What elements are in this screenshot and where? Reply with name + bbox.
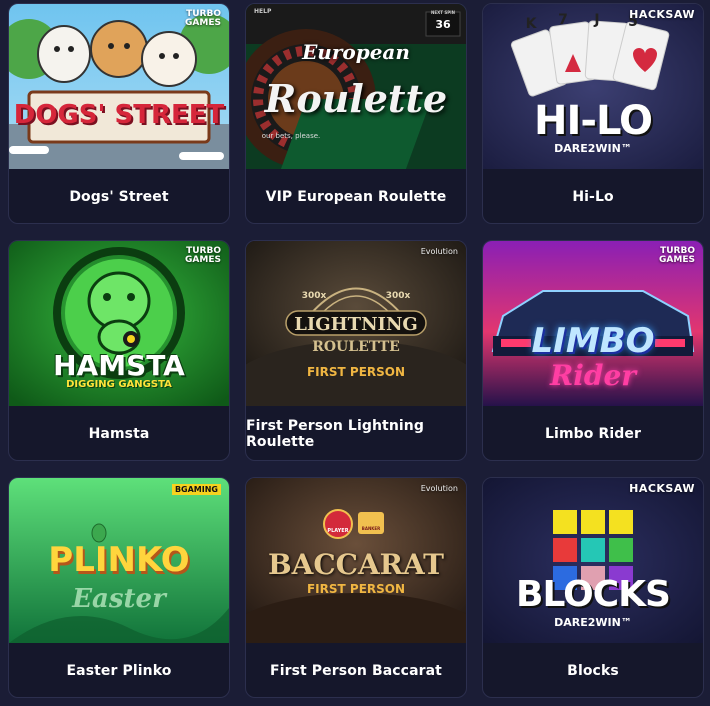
game-art-subtitle: FIRST PERSON — [306, 582, 406, 596]
card-k: K — [525, 16, 537, 32]
provider-logo: Evolution — [420, 484, 458, 493]
game-art-title: LIGHTNING — [294, 314, 418, 335]
provider-logo: HACKSAW — [629, 482, 695, 495]
card-j: J — [594, 12, 600, 28]
game-card-hi-lo[interactable]: K 7 J 5 HI-LO DARE2WIN™ HACKSAW Hi-Lo — [482, 3, 704, 224]
game-art-title: HI-LO — [533, 98, 653, 144]
game-card-blocks[interactable]: BLOCKS DARE2WIN™ HACKSAW Blocks — [482, 477, 704, 698]
game-title: Blocks — [567, 663, 619, 679]
provider-logo: TURBO GAMES — [659, 246, 695, 265]
game-title: First Person Baccarat — [270, 663, 442, 679]
card-7: 7 — [558, 12, 568, 28]
game-art-title: DOGS' STREET — [13, 100, 225, 130]
game-title: Easter Plinko — [66, 663, 172, 679]
game-card-easter-plinko[interactable]: PLINKO Easter BGAMING Easter Plinko — [8, 477, 230, 698]
game-card-first-person-lightning-roulette[interactable]: 300x 300x LIGHTNING ROULETTE FIRST PERSO… — [245, 240, 467, 461]
multiplier-right: 300x — [385, 291, 411, 301]
game-art-subtitle: DARE2WIN™ — [554, 142, 632, 155]
game-title: Hi-Lo — [572, 189, 614, 205]
game-thumbnail[interactable]: PLINKO Easter BGAMING — [9, 478, 229, 643]
game-art-subtitle: DARE2WIN™ — [554, 616, 632, 629]
provider-logo: TURBO GAMES — [185, 9, 221, 28]
game-art-title: BACCARAT — [268, 548, 444, 581]
bets-text: our bets, please. — [261, 132, 321, 140]
first-person-label: FIRST PERSON — [306, 365, 406, 379]
provider-logo: Evolution — [420, 247, 458, 256]
provider-logo: BGAMING — [171, 484, 221, 495]
game-title: Limbo Rider — [545, 426, 641, 442]
game-card-vip-european-roulette[interactable]: European Roulette HELP NEXT SPIN 36 our … — [245, 3, 467, 224]
provider-logo: TURBO GAMES — [185, 246, 221, 265]
game-art-subtitle: European — [302, 40, 410, 64]
game-art-subtitle: Rider — [549, 359, 637, 392]
game-thumbnail[interactable]: PLAYER BANKER BACCARAT FIRST PERSON Evol… — [246, 478, 466, 643]
game-card-dogs-street[interactable]: DOGS' STREET TURBO GAMES Dogs' Street — [8, 3, 230, 224]
game-art-title: LIMBO — [531, 321, 655, 361]
game-thumbnail[interactable]: European Roulette HELP NEXT SPIN 36 our … — [246, 4, 466, 169]
next-spin-label: NEXT SPIN — [431, 10, 455, 15]
game-thumbnail[interactable]: LIMBO Rider TURBO GAMES — [483, 241, 703, 406]
game-art-subtitle: ROULETTE — [312, 339, 400, 355]
game-thumbnail[interactable]: HAMSTA DIGGING GANGSTA TURBO GAMES — [9, 241, 229, 406]
game-thumbnail[interactable]: BLOCKS DARE2WIN™ HACKSAW — [483, 478, 703, 643]
next-spin-number: 36 — [435, 18, 451, 31]
game-thumbnail[interactable]: DOGS' STREET TURBO GAMES — [9, 4, 229, 169]
game-thumbnail[interactable]: 300x 300x LIGHTNING ROULETTE FIRST PERSO… — [246, 241, 466, 406]
provider-logo: HACKSAW — [629, 8, 695, 21]
game-art-subtitle: DIGGING GANGSTA — [66, 379, 172, 390]
player-chip: PLAYER — [327, 528, 349, 534]
game-card-hamsta[interactable]: HAMSTA DIGGING GANGSTA TURBO GAMES Hamst… — [8, 240, 230, 461]
game-art-title: HAMSTA — [53, 349, 185, 382]
help-label: HELP — [254, 8, 272, 15]
multiplier-left: 300x — [301, 291, 327, 301]
game-title: Hamsta — [88, 426, 150, 442]
game-title: First Person Lightning Roulette — [246, 418, 424, 450]
game-card-limbo-rider[interactable]: LIMBO Rider TURBO GAMES Limbo Rider — [482, 240, 704, 461]
game-card-first-person-baccarat[interactable]: PLAYER BANKER BACCARAT FIRST PERSON Evol… — [245, 477, 467, 698]
game-art-title: PLINKO — [48, 540, 190, 580]
game-grid: DOGS' STREET TURBO GAMES Dogs' Street Eu… — [0, 0, 710, 706]
game-art-subtitle: Easter — [72, 584, 166, 614]
game-art-title: BLOCKS — [516, 574, 671, 615]
banker-chip: BANKER — [361, 526, 381, 531]
game-title: VIP European Roulette — [265, 189, 447, 205]
game-art-title: Roulette — [264, 76, 448, 121]
game-title: Dogs' Street — [69, 189, 169, 205]
game-thumbnail[interactable]: K 7 J 5 HI-LO DARE2WIN™ HACKSAW — [483, 4, 703, 169]
